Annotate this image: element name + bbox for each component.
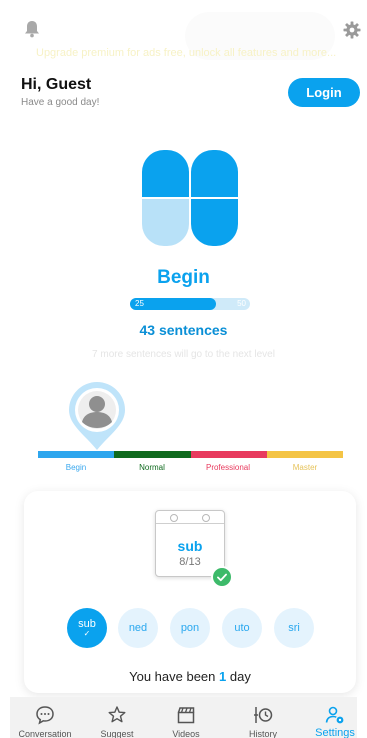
weekday-label: ned xyxy=(128,622,148,634)
level-name: Begin xyxy=(157,267,210,288)
streak-suffix: day xyxy=(229,669,251,684)
tab-suggest[interactable]: Suggest xyxy=(85,697,149,738)
tab-label: Conversation xyxy=(18,729,72,738)
level-progress-bar: 25 50 xyxy=(130,298,250,310)
calendar-icon: sub 8/13 xyxy=(155,510,225,577)
chat-bubble-icon xyxy=(36,706,54,725)
level-label-normal: Normal xyxy=(139,463,165,472)
promo-text[interactable]: Upgrade premium for ads free, unlock all… xyxy=(36,47,336,59)
sparkle-star-icon xyxy=(108,706,126,723)
level-label-professional: Professional xyxy=(205,463,251,472)
progress-end-value: 50 xyxy=(237,299,246,308)
bottom-tab-bar: Conversation Suggest Videos History Sett… xyxy=(10,697,357,738)
weekday-pon[interactable]: pon xyxy=(170,608,210,648)
level-segment-master xyxy=(266,451,343,458)
notification-bell-icon[interactable] xyxy=(24,20,40,38)
progress-start-value: 25 xyxy=(135,299,144,308)
tab-label: Settings xyxy=(315,727,355,738)
level-segment-professional xyxy=(190,451,267,458)
weekday-sri[interactable]: sri xyxy=(274,608,314,648)
streak-card: sub 8/13 sub ✓ ned pon uto sri You have … xyxy=(24,491,356,693)
sentence-count: 43 sentences xyxy=(139,322,228,338)
greeting-subtitle: Have a good day! xyxy=(21,97,100,108)
tab-history[interactable]: History xyxy=(231,697,295,738)
streak-count: 1 xyxy=(219,669,227,684)
tab-videos[interactable]: Videos xyxy=(154,697,218,738)
streak-prefix: You have been xyxy=(129,669,216,684)
level-label-master: Master xyxy=(292,463,318,472)
checkmark-icon: ✓ xyxy=(83,629,91,638)
weekday-ned[interactable]: ned xyxy=(118,608,158,648)
check-circle-icon xyxy=(211,566,233,588)
streak-text: You have been 1 day xyxy=(24,669,356,684)
avatar-location-pin-icon xyxy=(69,382,125,450)
calendar-day: sub xyxy=(177,538,203,554)
history-clock-icon xyxy=(254,707,273,723)
calendar-date: 8/13 xyxy=(179,556,201,568)
clapperboard-icon xyxy=(177,707,195,724)
calendar-ring-icon xyxy=(202,514,210,522)
tab-label: Suggest xyxy=(100,729,134,738)
weekday-label: sri xyxy=(288,622,300,634)
weekday-label: uto xyxy=(234,622,250,634)
tab-label: History xyxy=(248,729,277,738)
clover-level-icon xyxy=(142,150,238,246)
weekday-label: pon xyxy=(180,622,200,634)
calendar-ring-icon xyxy=(170,514,178,522)
level-segment-begin xyxy=(38,451,115,458)
weekday-uto[interactable]: uto xyxy=(222,608,262,648)
greeting-title: Hi, Guest xyxy=(21,76,92,93)
login-button[interactable]: Login xyxy=(288,78,360,107)
next-level-hint: 7 more sentences will go to the next lev… xyxy=(92,349,275,360)
user-settings-icon xyxy=(325,706,344,724)
level-track xyxy=(38,451,343,458)
top-bar: Upgrade premium for ads free, unlock all… xyxy=(0,0,367,70)
tab-settings[interactable]: Settings xyxy=(303,697,367,738)
weekday-sub[interactable]: sub ✓ xyxy=(67,608,107,648)
level-segment-normal xyxy=(114,451,191,458)
tab-conversation[interactable]: Conversation xyxy=(13,697,77,738)
tab-label: Videos xyxy=(172,729,200,738)
gear-icon[interactable] xyxy=(343,21,361,39)
level-label-begin: Begin xyxy=(65,463,87,472)
calendar-header xyxy=(156,511,224,524)
